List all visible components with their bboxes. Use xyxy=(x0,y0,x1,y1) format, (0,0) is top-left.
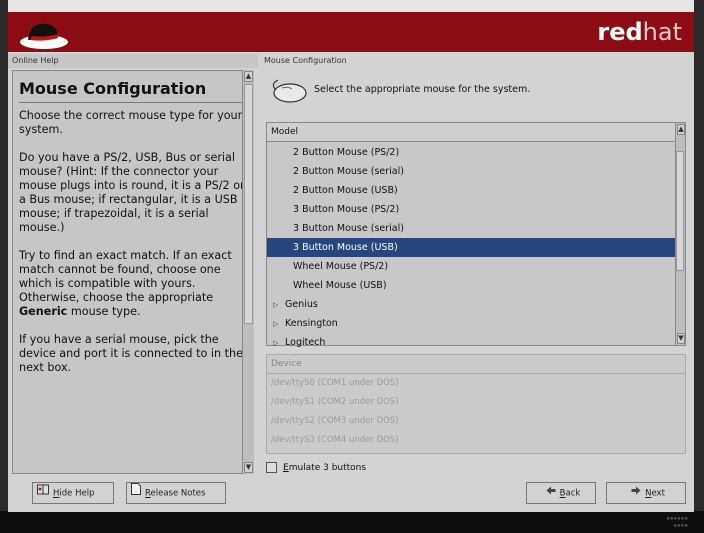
model-label: Wheel Mouse (PS/2) xyxy=(293,261,389,272)
model-label: 3 Button Mouse (serial) xyxy=(293,223,404,234)
model-row[interactable]: 3 Button Mouse (USB) xyxy=(267,238,675,257)
device-list[interactable]: Device /dev/ttyS0 (COM1 under DOS) /dev/… xyxy=(266,354,686,454)
mouse-icon xyxy=(272,79,307,103)
checkbox-box-icon[interactable] xyxy=(266,462,277,473)
model-label: 3 Button Mouse (PS/2) xyxy=(293,204,400,215)
back-button[interactable]: Back xyxy=(526,482,596,504)
device-row[interactable]: /dev/ttyS2 (COM3 under DOS) xyxy=(267,412,685,431)
expander-triangle-icon[interactable]: ▷ xyxy=(273,296,285,315)
redhat-hat-logo-icon xyxy=(20,23,68,49)
model-row[interactable]: 3 Button Mouse (PS/2) xyxy=(267,200,675,219)
model-label: Wheel Mouse (USB) xyxy=(293,280,387,291)
monitor-model-label: ▪▪▪▪▪▪ ▪▪▪▪ xyxy=(666,515,688,529)
device-row[interactable]: /dev/ttyS0 (COM1 under DOS) xyxy=(267,374,685,393)
top-banner: redhat xyxy=(8,12,694,52)
model-row[interactable]: 2 Button Mouse (serial) xyxy=(267,162,675,181)
device-row[interactable]: /dev/ttyS1 (COM2 under DOS) xyxy=(267,393,685,412)
help-paragraph-1: Choose the correct mouse type for your s… xyxy=(19,109,243,136)
device-column-header: Device xyxy=(267,355,685,374)
scroll-up-arrow-icon[interactable]: ▲ xyxy=(244,71,253,82)
help-scrollbar-thumb[interactable] xyxy=(244,84,253,324)
model-row[interactable]: 2 Button Mouse (USB) xyxy=(267,181,675,200)
model-group-row[interactable]: ▷ Genius xyxy=(267,295,675,314)
help-divider xyxy=(19,102,245,103)
model-list[interactable]: Model 2 Button Mouse (PS/2) 2 Button Mous… xyxy=(266,122,686,348)
model-group-row[interactable]: ▷ Logitech xyxy=(267,333,675,352)
expander-triangle-icon[interactable]: ▷ xyxy=(273,334,285,353)
help-title: Mouse Configuration xyxy=(19,79,207,98)
document-icon xyxy=(131,483,141,503)
monitor-bezel-top xyxy=(0,0,704,12)
help-pane: Mouse Configuration Choose the correct m… xyxy=(12,70,252,474)
intro-text: Select the appropriate mouse for the sys… xyxy=(314,84,531,95)
expander-triangle-icon[interactable]: ▷ xyxy=(273,315,285,334)
next-button[interactable]: Next xyxy=(606,482,686,504)
list-scroll-down-arrow-icon[interactable]: ▼ xyxy=(677,333,685,344)
redhat-brand-text: redhat xyxy=(597,18,682,46)
model-row[interactable]: 2 Button Mouse (PS/2) xyxy=(267,143,675,162)
model-row[interactable]: Wheel Mouse (PS/2) xyxy=(267,257,675,276)
mouse-config-intro: Select the appropriate mouse for the sys… xyxy=(268,76,688,106)
help-paragraph-4: If you have a serial mouse, pick the dev… xyxy=(19,333,243,374)
model-group-row[interactable]: ▷ Kensington xyxy=(267,314,675,333)
hide-help-button[interactable]: Hide Help xyxy=(32,482,114,504)
model-label: 3 Button Mouse (USB) xyxy=(293,242,398,253)
monitor-bezel-bottom xyxy=(0,511,704,533)
model-label: Genius xyxy=(285,299,318,310)
model-row[interactable]: Wheel Mouse (USB) xyxy=(267,276,675,295)
model-label: 2 Button Mouse (PS/2) xyxy=(293,147,400,158)
help-paragraph-3: Try to find an exact match. If an exact … xyxy=(19,249,232,318)
release-notes-button[interactable]: Release Notes xyxy=(126,482,226,504)
model-list-scrollbar-thumb[interactable] xyxy=(676,151,684,271)
help-scrollbar[interactable]: ▲ ▼ xyxy=(242,70,254,474)
help-text: Choose the correct mouse type for your s… xyxy=(13,109,251,375)
help-book-icon xyxy=(37,483,49,503)
model-list-scrollbar[interactable]: ▲ ▼ xyxy=(675,123,685,345)
model-label: 2 Button Mouse (USB) xyxy=(293,185,398,196)
device-row[interactable]: /dev/ttyS3 (COM4 under DOS) xyxy=(267,431,685,450)
mouse-config-header: Mouse Configuration xyxy=(264,56,347,65)
model-label: 2 Button Mouse (serial) xyxy=(293,166,404,177)
monitor-bezel-left xyxy=(0,0,8,533)
back-arrow-icon xyxy=(546,483,556,503)
list-scroll-up-arrow-icon[interactable]: ▲ xyxy=(677,124,685,135)
online-help-header: Online Help xyxy=(8,54,258,68)
model-row[interactable]: 3 Button Mouse (serial) xyxy=(267,219,675,238)
model-label: Kensington xyxy=(285,318,338,329)
model-label: Logitech xyxy=(285,337,326,348)
help-paragraph-2: Do you have a PS/2, USB, Bus or serial m… xyxy=(19,151,245,234)
scroll-down-arrow-icon[interactable]: ▼ xyxy=(244,462,253,473)
installer-screen: redhat Online Help Mouse Configuration C… xyxy=(8,12,694,512)
next-arrow-icon xyxy=(631,483,641,503)
monitor-bezel-right xyxy=(694,0,704,533)
emulate-3-buttons-checkbox[interactable]: Emulate 3 buttons xyxy=(266,460,466,476)
model-column-header[interactable]: Model xyxy=(267,123,685,142)
